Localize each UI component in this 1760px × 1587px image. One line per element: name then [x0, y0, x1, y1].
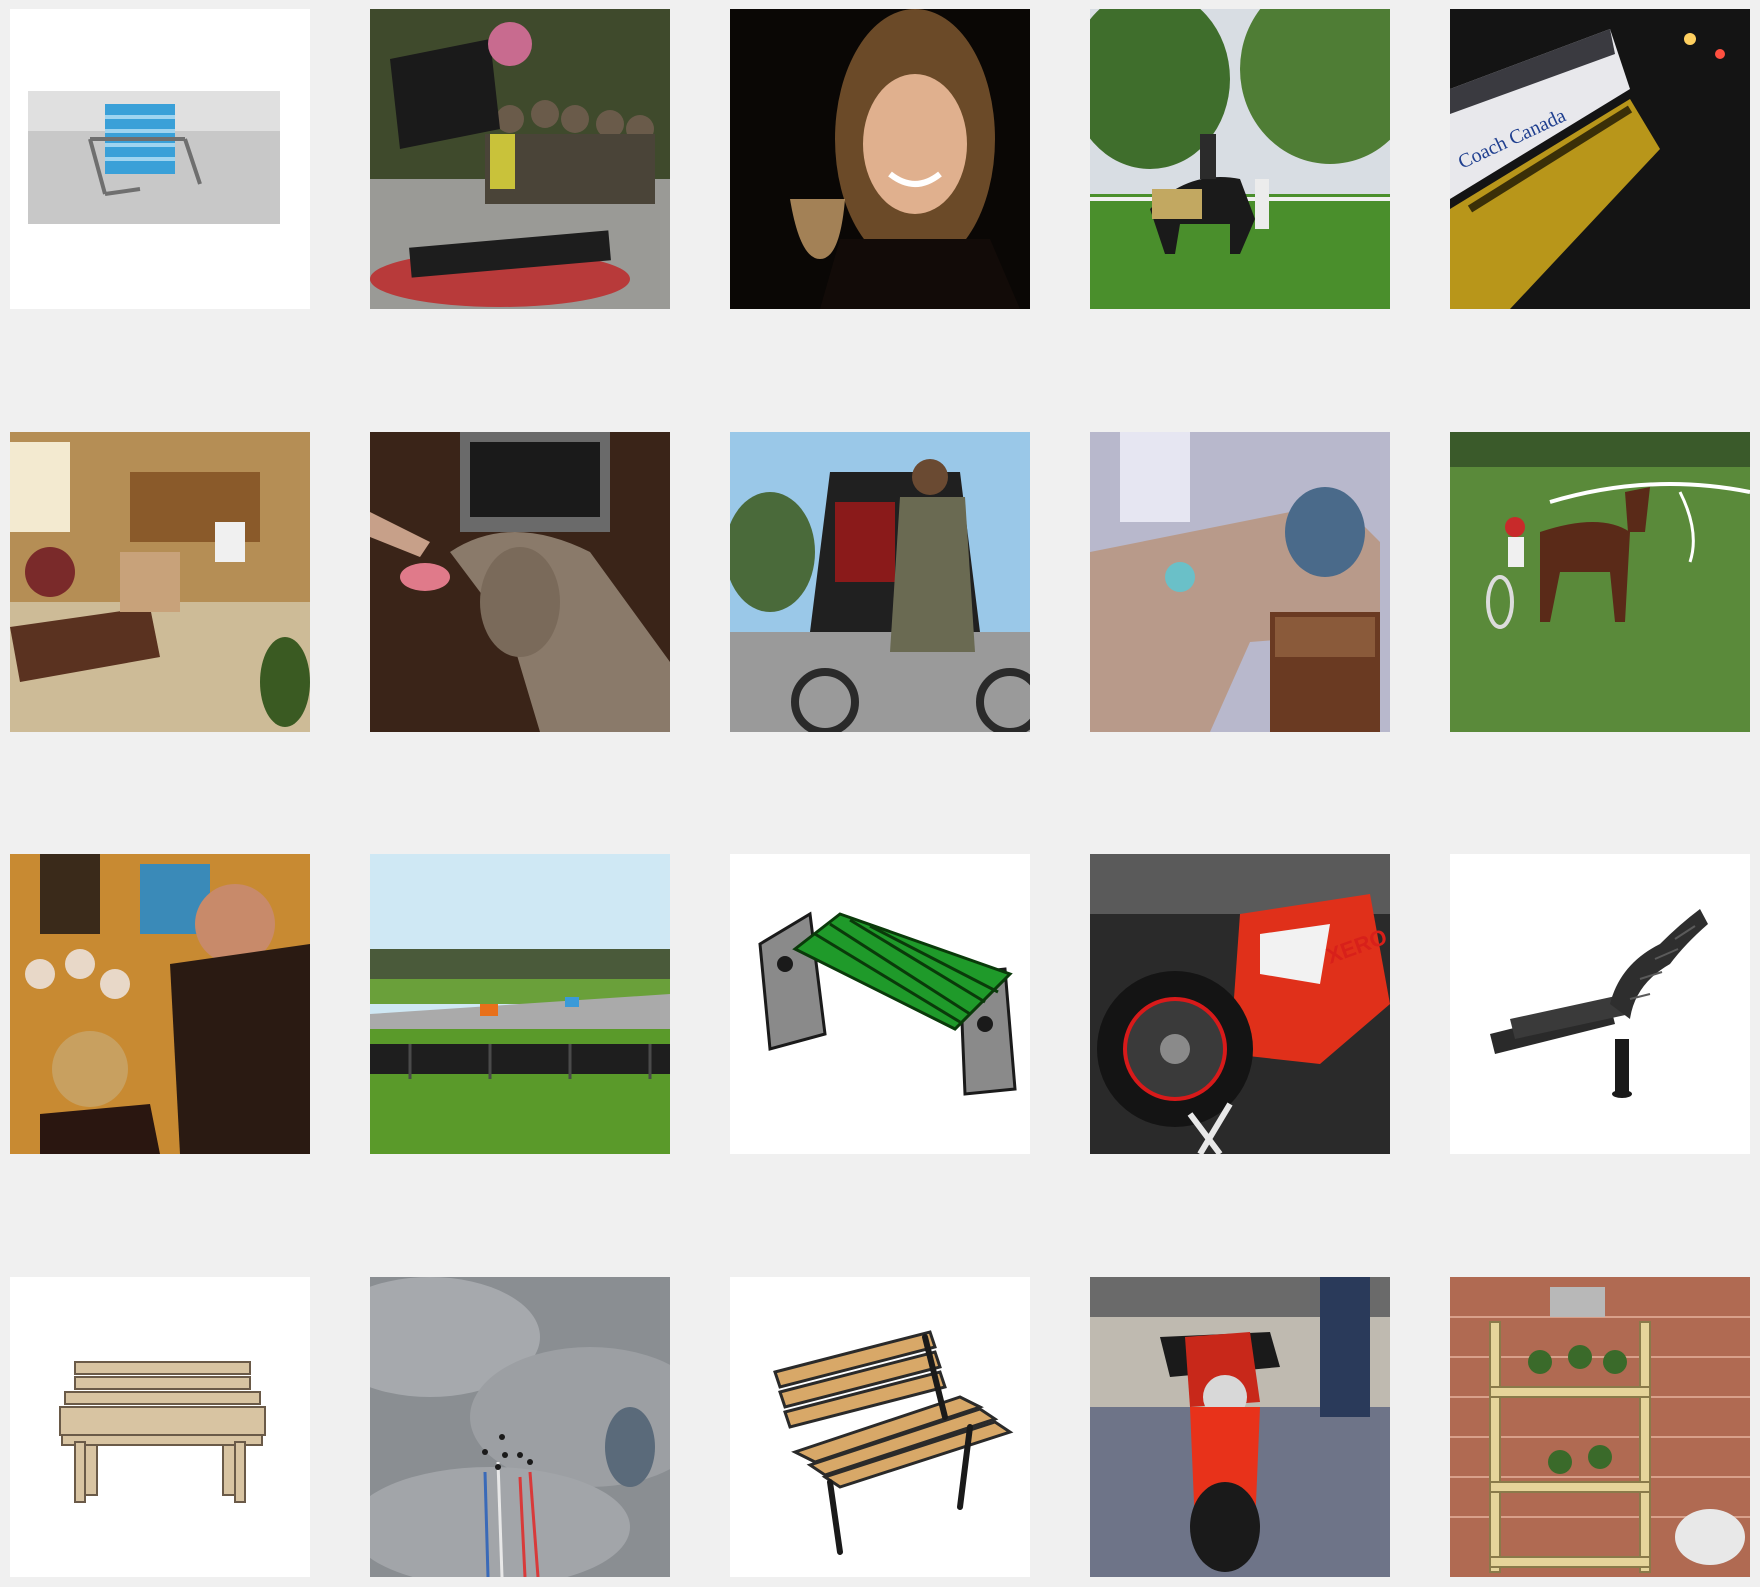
- image-tile-rickshaw[interactable]: [730, 432, 1030, 732]
- shop-people-image: [10, 854, 310, 1154]
- image-tile-dog[interactable]: [370, 432, 670, 732]
- image-tile-shop-people[interactable]: [10, 854, 310, 1154]
- image-tile-wooden-bench-front[interactable]: [10, 1277, 310, 1577]
- street-performance-image: [370, 9, 670, 309]
- sofa-image: [1090, 432, 1390, 732]
- image-tile-balcony-shelf[interactable]: [1450, 1277, 1750, 1577]
- image-grid: Coach Canada XERO: [0, 0, 1760, 1587]
- image-tile-jets-sky[interactable]: [370, 1277, 670, 1577]
- motorcycle-showroom-image: [1090, 1277, 1390, 1577]
- buses-night-image: Coach Canada: [1450, 9, 1750, 309]
- horse-rider-image: [1090, 9, 1390, 309]
- living-room-image: [10, 432, 310, 732]
- image-tile-horse-rider[interactable]: [1090, 9, 1390, 309]
- race-track-image: [370, 854, 670, 1154]
- dog-image: [370, 432, 670, 732]
- image-tile-lawn-chair[interactable]: [10, 9, 310, 309]
- balcony-shelf-image: [1450, 1277, 1750, 1577]
- rickshaw-image: [730, 432, 1030, 732]
- lawn-chair-image: [10, 9, 310, 309]
- park-bench-image: [730, 1277, 1030, 1577]
- image-tile-woman-wine[interactable]: [730, 9, 1030, 309]
- image-tile-street-performance[interactable]: [370, 9, 670, 309]
- image-tile-green-bench[interactable]: [730, 854, 1030, 1154]
- wavy-chair-image: [1450, 854, 1750, 1154]
- red-motorcycle-image: XERO: [1090, 854, 1390, 1154]
- image-tile-motorcycle-showroom[interactable]: [1090, 1277, 1390, 1577]
- jets-sky-image: [370, 1277, 670, 1577]
- image-tile-park-bench[interactable]: [730, 1277, 1030, 1577]
- image-tile-race-track[interactable]: [370, 854, 670, 1154]
- woman-wine-image: [730, 9, 1030, 309]
- green-bench-image: [730, 854, 1030, 1154]
- image-tile-sofa[interactable]: [1090, 432, 1390, 732]
- image-tile-buses-night[interactable]: Coach Canada: [1450, 9, 1750, 309]
- image-tile-wavy-chair[interactable]: [1450, 854, 1750, 1154]
- image-tile-harness-racing[interactable]: [1450, 432, 1750, 732]
- image-tile-living-room[interactable]: [10, 432, 310, 732]
- harness-racing-image: [1450, 432, 1750, 732]
- image-tile-red-motorcycle[interactable]: XERO: [1090, 854, 1390, 1154]
- wooden-bench-front-image: [10, 1277, 310, 1577]
